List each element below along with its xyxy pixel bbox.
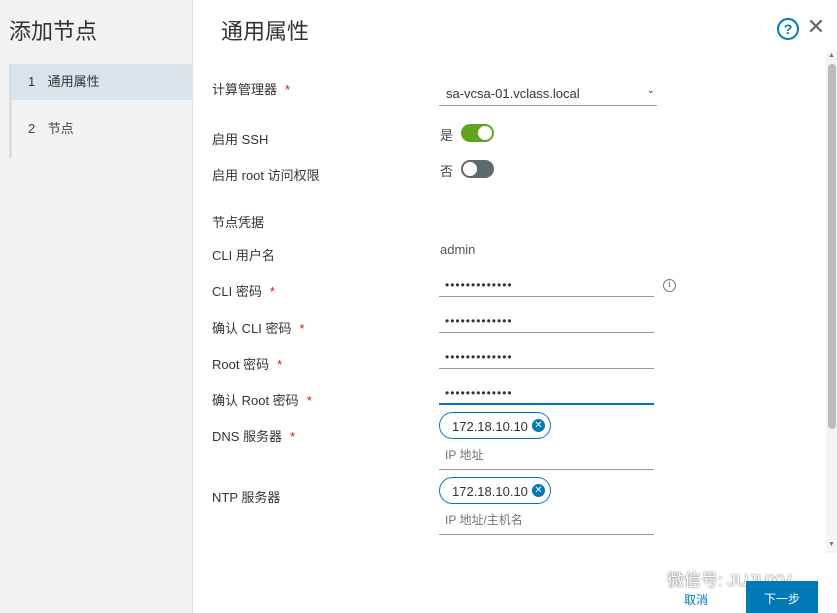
dns-servers-label: DNS 服务器 * (212, 429, 296, 444)
confirm-cli-password-field[interactable]: ••••••••••••• (439, 311, 654, 333)
required-marker: * (269, 284, 275, 299)
compute-manager-select[interactable]: sa-vcsa-01.vclass.local ⌄ (439, 80, 657, 106)
help-icon[interactable]: ? (777, 18, 799, 40)
ntp-server-input[interactable] (445, 513, 645, 527)
ntp-server-chip: 172.18.10.10 ✕ (439, 477, 551, 504)
compute-manager-label: 计算管理器 * (212, 82, 291, 97)
next-button[interactable]: 下一步 (746, 581, 818, 613)
enable-root-state: 否 (440, 164, 454, 179)
scroll-down-arrow-icon[interactable]: ▼ (826, 541, 837, 551)
step-label: 节点 (47, 121, 74, 136)
confirm-root-password-label: 确认 Root 密码 * (212, 393, 312, 408)
enable-ssh-toggle[interactable] (461, 124, 494, 142)
close-icon[interactable]: ✕ (805, 16, 827, 38)
ntp-servers-label: NTP 服务器 (212, 490, 281, 505)
wizard-sidebar: 添加节点 1 通用属性 2 节点 (0, 0, 193, 613)
confirm-cli-password-label: 确认 CLI 密码 * (212, 321, 305, 336)
chevron-down-icon: ⌄ (646, 85, 655, 96)
cli-username-value: admin (440, 242, 476, 257)
step-general-properties[interactable]: 1 通用属性 (12, 64, 193, 100)
compute-manager-value: sa-vcsa-01.vclass.local (446, 86, 580, 101)
scroll-up-arrow-icon[interactable]: ▲ (826, 52, 837, 62)
root-password-field[interactable]: ••••••••••••• (439, 347, 654, 369)
step-number: 1 (28, 74, 36, 89)
cli-password-label: CLI 密码 * (212, 284, 275, 299)
page-title: 通用属性 (221, 20, 310, 45)
wechat-icon (644, 568, 662, 583)
node-credentials-section-label: 节点凭据 (212, 215, 265, 230)
chip-label: 172.18.10.10 (452, 419, 528, 434)
info-icon[interactable]: i (663, 279, 676, 292)
step-nodes[interactable]: 2 节点 (12, 111, 193, 147)
required-marker: * (299, 321, 305, 336)
cli-password-field[interactable]: ••••••••••••• (439, 275, 654, 297)
remove-chip-icon[interactable]: ✕ (532, 419, 545, 432)
dns-server-chip: 172.18.10.10 ✕ (439, 412, 551, 439)
step-label: 通用属性 (47, 74, 100, 89)
scrollbar-thumb[interactable] (828, 64, 836, 429)
required-marker: * (290, 429, 296, 444)
required-marker: * (285, 82, 291, 97)
cli-username-label: CLI 用户名 (212, 248, 275, 263)
dns-servers-field[interactable]: 172.18.10.10 ✕ (439, 412, 654, 470)
remove-chip-icon[interactable]: ✕ (532, 484, 545, 497)
ntp-servers-field[interactable]: 172.18.10.10 ✕ (439, 477, 654, 535)
cancel-button[interactable]: 取消 (684, 591, 708, 608)
wizard-steps: 1 通用属性 2 节点 (9, 64, 193, 158)
wizard-title: 添加节点 (9, 20, 98, 45)
confirm-root-password-field[interactable]: ••••••••••••• (439, 383, 654, 405)
root-password-label: Root 密码 * (212, 357, 283, 372)
chip-label: 172.18.10.10 (452, 484, 528, 499)
enable-root-label: 启用 root 访问权限 (212, 168, 320, 183)
dns-server-input[interactable] (445, 448, 645, 462)
toggle-knob (478, 126, 492, 140)
enable-root-toggle[interactable] (461, 160, 494, 178)
enable-ssh-state: 是 (440, 128, 454, 143)
step-number: 2 (28, 121, 36, 136)
required-marker: * (306, 393, 312, 408)
toggle-knob (463, 162, 477, 176)
enable-ssh-label: 启用 SSH (212, 132, 269, 147)
required-marker: * (277, 357, 283, 372)
